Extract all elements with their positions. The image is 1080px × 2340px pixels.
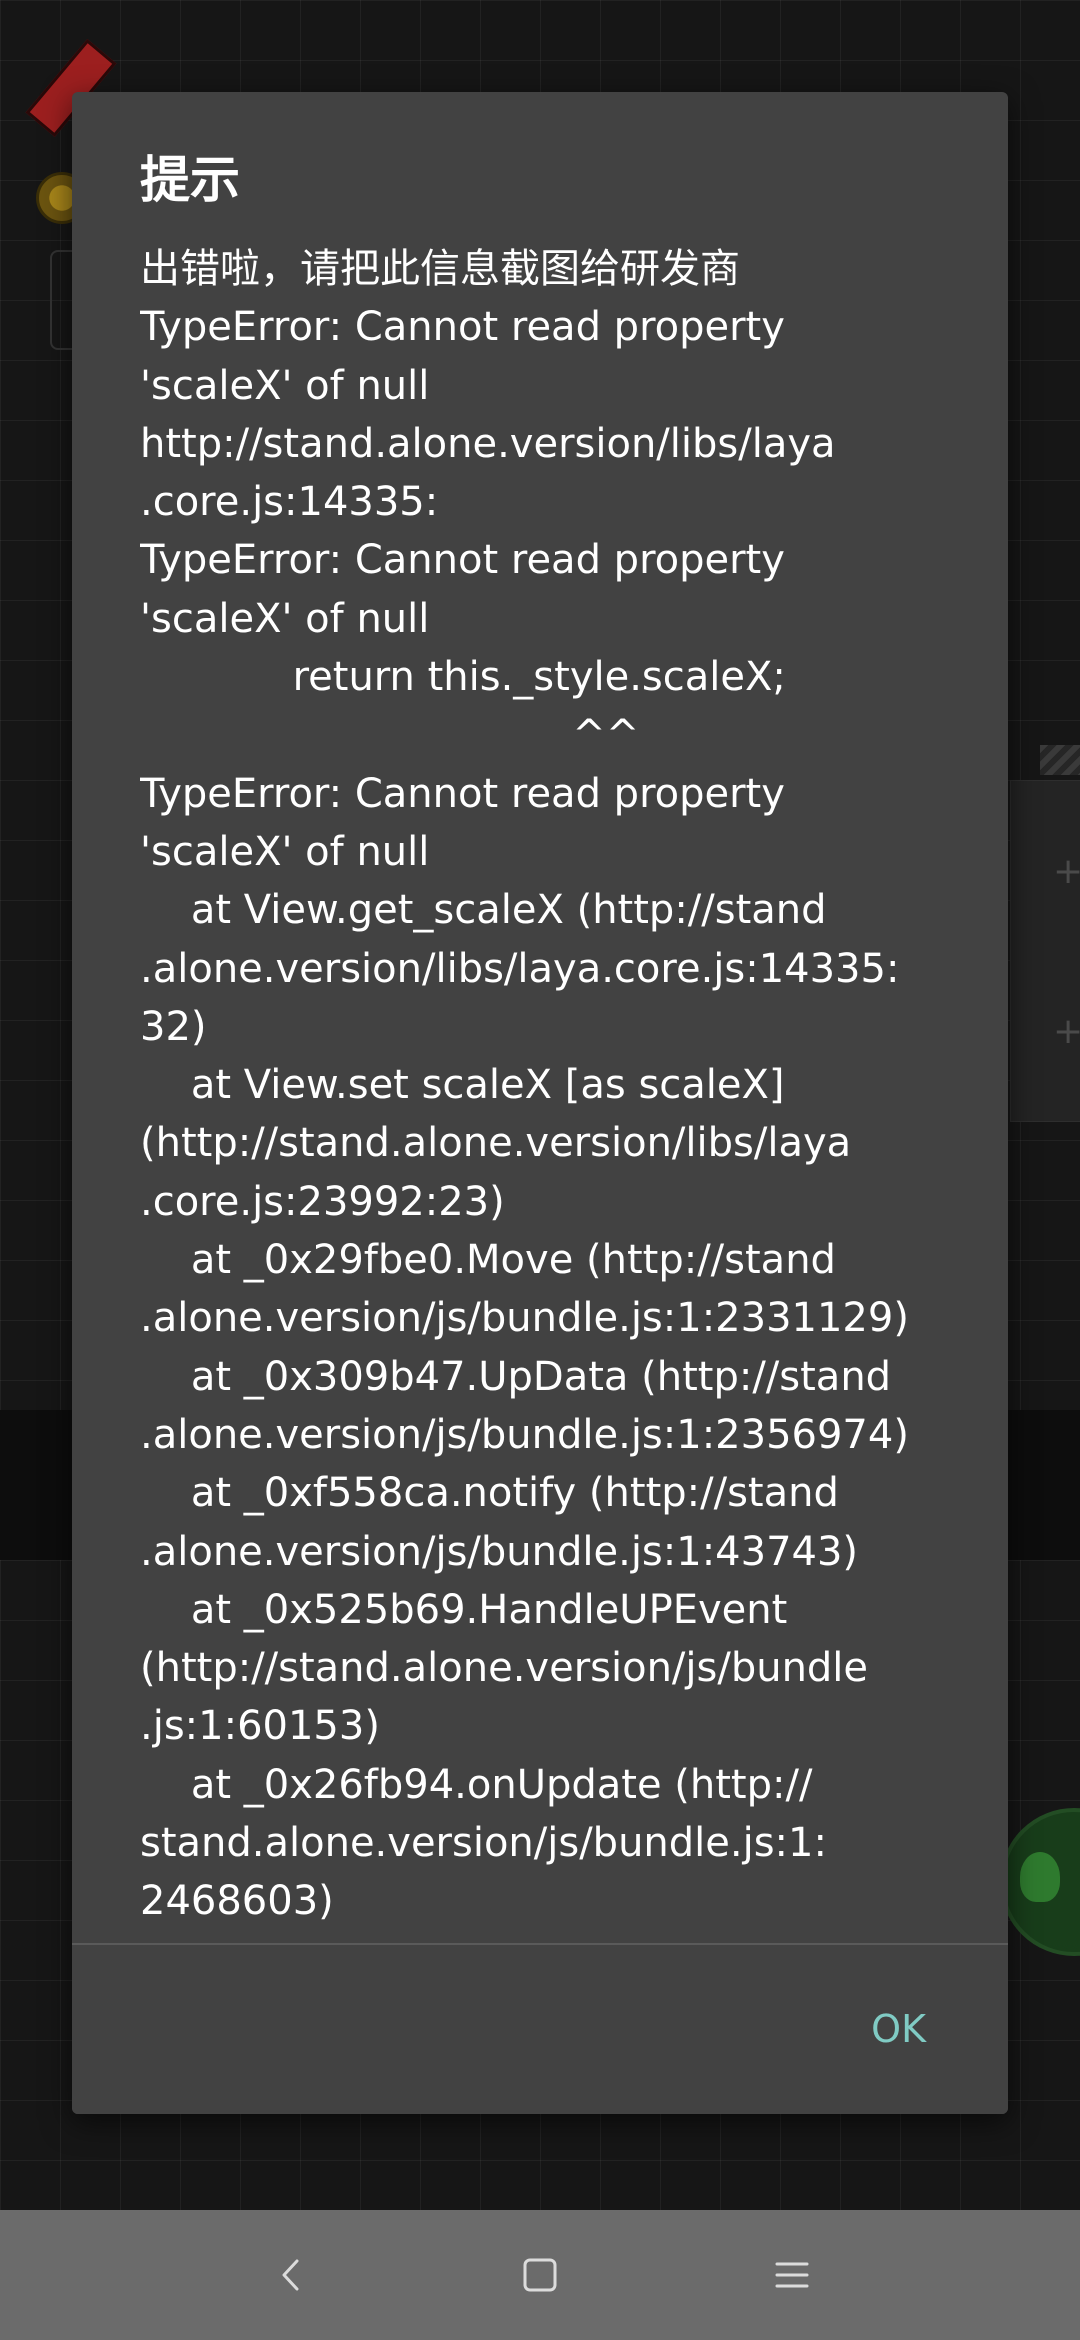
plus-icon: + <box>1053 1011 1080 1052</box>
navigation-bar <box>0 2210 1080 2340</box>
ok-button[interactable]: OK <box>851 1989 946 2069</box>
screen: + + 提示 出错啦，请把此信息截图给研发商 TypeError: Cannot… <box>0 0 1080 2340</box>
hazard-stripe <box>1040 745 1080 775</box>
dialog-title: 提示 <box>140 151 240 209</box>
plus-icon: + <box>1053 851 1080 892</box>
error-dialog: 提示 出错啦，请把此信息截图给研发商 TypeError: Cannot rea… <box>72 92 1008 2114</box>
dialog-actions: OK <box>72 1945 1008 2114</box>
back-button[interactable] <box>252 2235 332 2315</box>
leaf-icon <box>1020 1852 1060 1902</box>
home-button[interactable] <box>500 2235 580 2315</box>
green-character-icon <box>1000 1808 1080 1956</box>
side-panel: + + <box>1010 780 1080 1122</box>
error-message: 出错啦，请把此信息截图给研发商 TypeError: Cannot read p… <box>140 246 909 1925</box>
recents-button[interactable] <box>752 2235 832 2315</box>
menu-lines-icon <box>775 2262 809 2288</box>
dialog-message-scroll[interactable]: 出错啦，请把此信息截图给研发商 TypeError: Cannot read p… <box>140 240 992 2036</box>
home-square-icon <box>523 2258 557 2292</box>
back-chevron-icon <box>282 2259 299 2291</box>
